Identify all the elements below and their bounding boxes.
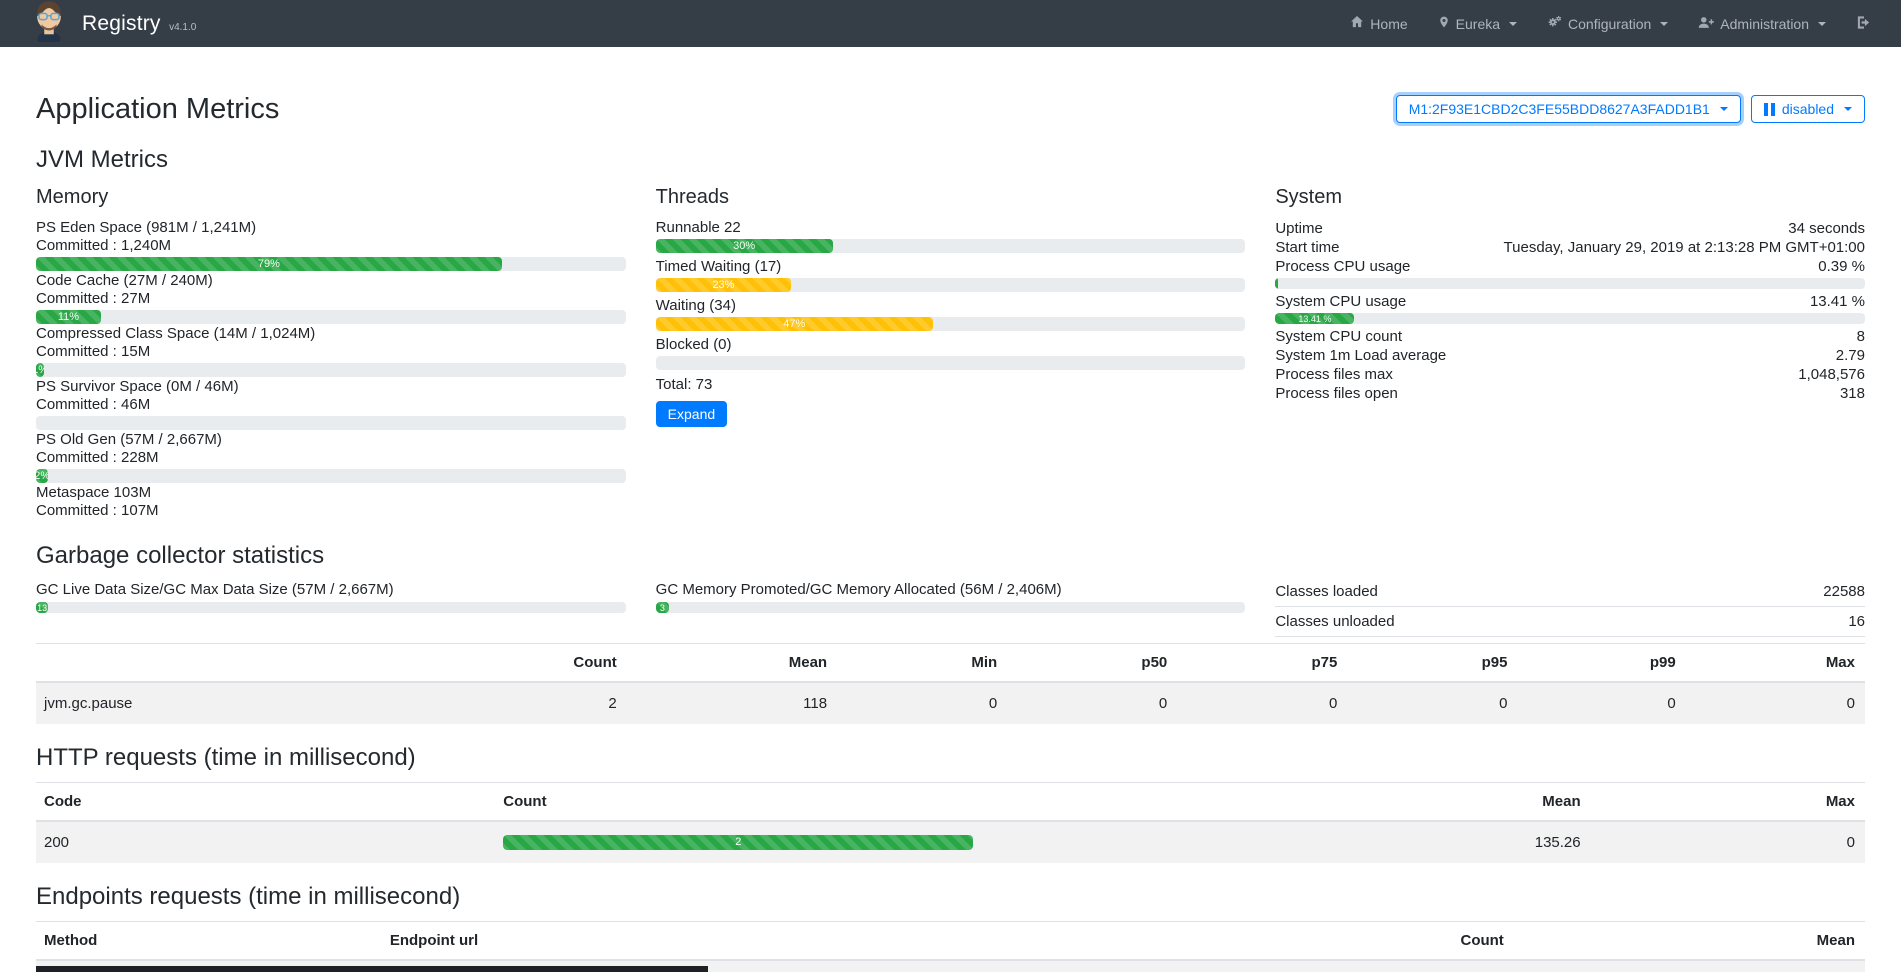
brand[interactable]: Registry v4.1.0 — [30, 0, 196, 47]
refresh-state-dropdown[interactable]: disabled — [1751, 95, 1865, 123]
main-content: Application Metrics M1:2F93E1CBD2C3FE55B… — [0, 47, 1901, 972]
system-row: Uptime 34 seconds — [1275, 219, 1865, 238]
endpoints-table: Method Endpoint url Count Mean GET /mana… — [36, 921, 1865, 972]
gc-progress-bar: 13 — [36, 602, 626, 613]
nav-eureka[interactable]: Eureka — [1438, 15, 1517, 32]
memory-committed: Committed : 228M — [36, 449, 626, 466]
system-row: Process files max 1,048,576 — [1275, 365, 1865, 384]
threads-section: Threads Runnable 22 30% Timed Waiting (1… — [656, 184, 1246, 522]
thread-progress-bar — [656, 356, 1246, 370]
process-cpu-progress-bar — [1275, 278, 1865, 289]
system-cpu-progress-bar: 13.41 % — [1275, 313, 1865, 324]
gc-progress-bar: 3 — [656, 602, 1246, 613]
table-header-row: Count Mean Min p50 p75 p95 p99 Max — [36, 644, 1865, 683]
http-requests-table: Code Count Mean Max 200 2 135.26 0 — [36, 782, 1865, 863]
classes-unloaded-row: Classes unloaded 16 — [1275, 607, 1865, 637]
gc-memory-promoted: GC Memory Promoted/GC Memory Allocated (… — [656, 580, 1246, 637]
memory-heading: Memory — [36, 186, 626, 209]
memory-pool-label: PS Survivor Space (0M / 46M) — [36, 378, 626, 395]
nav-configuration[interactable]: Configuration — [1547, 15, 1668, 32]
navbar: Registry v4.1.0 Home Eureka Confi — [0, 0, 1901, 47]
memory-pool-label: Metaspace 103M — [36, 484, 626, 501]
app-title: Registry — [82, 12, 161, 35]
thread-state-label: Waiting (34) — [656, 297, 1246, 314]
memory-progress-bar: 1% — [36, 363, 626, 377]
memory-pool-label: PS Eden Space (981M / 1,241M) — [36, 219, 626, 236]
memory-committed: Committed : 107M — [36, 502, 626, 519]
system-row: System CPU usage 13.41 % — [1275, 292, 1865, 311]
memory-progress-bar — [36, 416, 626, 430]
thread-state-label: Blocked (0) — [656, 336, 1246, 353]
threads-heading: Threads — [656, 186, 1246, 209]
system-row: System 1m Load average 2.79 — [1275, 346, 1865, 365]
chevron-down-icon — [1509, 22, 1517, 26]
system-row: Process CPU usage 0.39 % — [1275, 257, 1865, 276]
expand-threads-button[interactable]: Expand — [656, 401, 727, 427]
memory-progress-bar: 2% — [36, 469, 626, 483]
jvm-metrics-heading: JVM Metrics — [36, 146, 1865, 174]
thread-progress-bar: 30% — [656, 239, 1246, 253]
sign-out-icon — [1856, 15, 1871, 33]
nav-signout[interactable] — [1856, 15, 1871, 33]
nav-home[interactable]: Home — [1350, 15, 1407, 32]
memory-committed: Committed : 15M — [36, 343, 626, 360]
memory-committed: Committed : 27M — [36, 290, 626, 307]
app-version: v4.1.0 — [169, 22, 196, 33]
endpoints-requests-heading: Endpoints requests (time in millisecond) — [36, 883, 1865, 911]
cutoff-table-header-strip — [36, 966, 708, 972]
chevron-down-icon — [1720, 107, 1728, 111]
nav-administration[interactable]: Administration — [1698, 16, 1826, 32]
memory-pool-label: Code Cache (27M / 240M) — [36, 272, 626, 289]
thread-state-label: Runnable 22 — [656, 219, 1246, 236]
user-plus-icon — [1698, 16, 1714, 32]
http-requests-heading: HTTP requests (time in millisecond) — [36, 744, 1865, 772]
system-row: System CPU count 8 — [1275, 327, 1865, 346]
jhipster-logo — [30, 0, 68, 47]
chevron-down-icon — [1844, 107, 1852, 111]
memory-pool-label: Compressed Class Space (14M / 1,024M) — [36, 325, 626, 342]
map-marker-icon — [1438, 15, 1450, 32]
threads-total: Total: 73 — [656, 376, 1246, 393]
system-row: Start time Tuesday, January 29, 2019 at … — [1275, 238, 1865, 257]
gc-heading: Garbage collector statistics — [36, 542, 1865, 570]
thread-progress-bar: 47% — [656, 317, 1246, 331]
memory-pool-label: PS Old Gen (57M / 2,667M) — [36, 431, 626, 448]
memory-progress-bar: 79% — [36, 257, 626, 271]
pause-icon — [1764, 103, 1775, 116]
chevron-down-icon — [1818, 22, 1826, 26]
system-heading: System — [1275, 186, 1865, 209]
gc-pause-table: Count Mean Min p50 p75 p95 p99 Max jvm.g… — [36, 643, 1865, 724]
gears-icon — [1547, 15, 1562, 32]
page-title: Application Metrics — [36, 93, 279, 126]
table-row: 200 2 135.26 0 — [36, 821, 1865, 863]
system-row: Process files open 318 — [1275, 384, 1865, 403]
instance-select-dropdown[interactable]: M1:2F93E1CBD2C3FE55BDD8627A3FADD1B1 — [1396, 95, 1741, 123]
thread-state-label: Timed Waiting (17) — [656, 258, 1246, 275]
thread-progress-bar: 23% — [656, 278, 1246, 292]
chevron-down-icon — [1660, 22, 1668, 26]
gc-classes: Classes loaded 22588 Classes unloaded 16 — [1275, 580, 1865, 637]
table-row: jvm.gc.pause 2 118 0 0 0 0 0 0 — [36, 682, 1865, 724]
nav-items: Home Eureka Configuration Administrati — [1350, 15, 1871, 33]
memory-progress-bar: 11% — [36, 310, 626, 324]
gc-live-data: GC Live Data Size/GC Max Data Size (57M … — [36, 580, 626, 637]
memory-committed: Committed : 46M — [36, 396, 626, 413]
memory-committed: Committed : 1,240M — [36, 237, 626, 254]
table-header-row: Code Count Mean Max — [36, 783, 1865, 822]
memory-section: Memory PS Eden Space (981M / 1,241M) Com… — [36, 184, 626, 522]
system-section: System Uptime 34 seconds Start time Tues… — [1275, 184, 1865, 522]
classes-loaded-row: Classes loaded 22588 — [1275, 580, 1865, 607]
table-header-row: Method Endpoint url Count Mean — [36, 922, 1865, 961]
home-icon — [1350, 15, 1364, 32]
http-count-progress-bar: 2 — [503, 835, 973, 850]
